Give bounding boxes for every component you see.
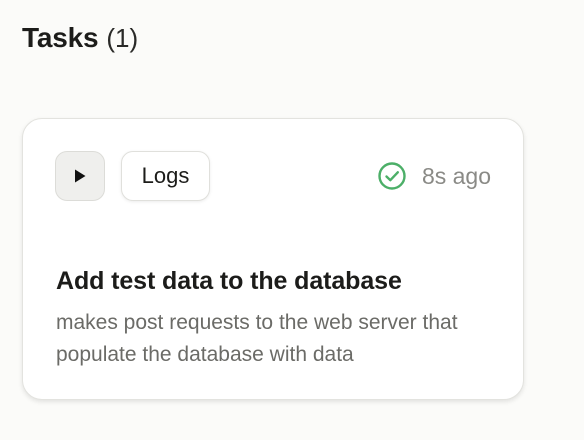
check-circle-icon (377, 161, 407, 191)
task-card: Logs 8s ago Add test data to the databas… (22, 118, 524, 400)
run-task-button[interactable] (55, 151, 105, 201)
status-time: 8s ago (421, 162, 491, 189)
logs-button[interactable]: Logs (121, 151, 210, 201)
task-title: Add test data to the database (56, 267, 402, 295)
play-icon (75, 169, 86, 183)
task-description: makes post requests to the web server th… (56, 311, 458, 366)
task-count: (1) (106, 23, 139, 53)
tasks-heading: Tasks (1) (22, 20, 138, 56)
task-status: 8s ago (377, 161, 491, 191)
page-title: Tasks (22, 22, 99, 53)
